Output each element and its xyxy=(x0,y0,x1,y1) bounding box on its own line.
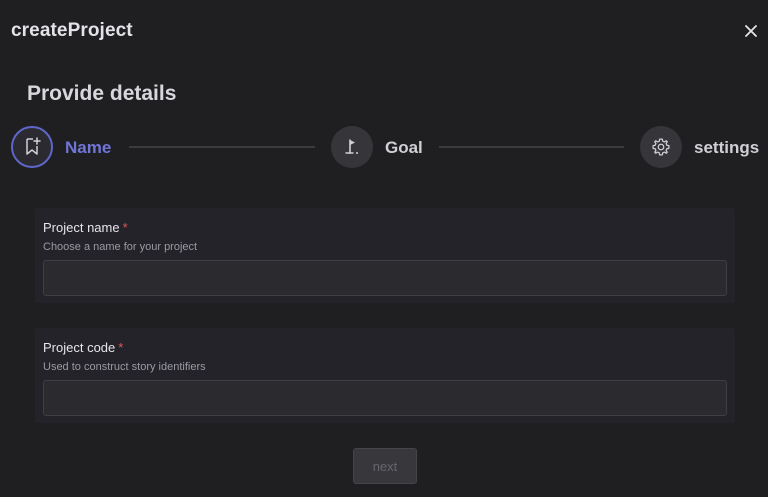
project-name-input[interactable] xyxy=(43,260,727,296)
step-label-settings: settings xyxy=(694,138,760,157)
required-mark: * xyxy=(118,340,124,355)
step-name[interactable] xyxy=(11,126,53,168)
step-connector xyxy=(129,146,315,148)
project-name-card: Project name * Choose a name for your pro… xyxy=(35,208,735,303)
section-title: Provide details xyxy=(27,82,177,105)
create-project-modal: createProject Provide details Name Goal … xyxy=(0,0,768,497)
gear-icon xyxy=(652,138,670,156)
next-button[interactable]: next xyxy=(353,448,417,484)
project-code-label: Project code * xyxy=(43,340,124,355)
step-label-goal: Goal xyxy=(385,138,423,157)
project-code-card: Project code * Used to construct story id… xyxy=(35,328,735,423)
project-name-help: Choose a name for your project xyxy=(43,241,198,253)
flag-icon xyxy=(345,139,358,154)
bookmark-add-icon xyxy=(26,137,41,155)
step-settings[interactable] xyxy=(640,126,682,168)
project-code-help: Used to construct story identifiers xyxy=(43,361,206,373)
required-mark: * xyxy=(122,220,128,235)
step-goal[interactable] xyxy=(331,126,373,168)
project-name-label: Project name * xyxy=(43,220,128,235)
modal-title: createProject xyxy=(11,20,133,41)
close-button[interactable] xyxy=(742,22,760,40)
close-icon xyxy=(745,25,757,37)
modal-header: createProject xyxy=(0,0,768,62)
step-connector xyxy=(439,146,624,148)
project-code-input[interactable] xyxy=(43,380,727,416)
step-label-name: Name xyxy=(65,138,112,157)
